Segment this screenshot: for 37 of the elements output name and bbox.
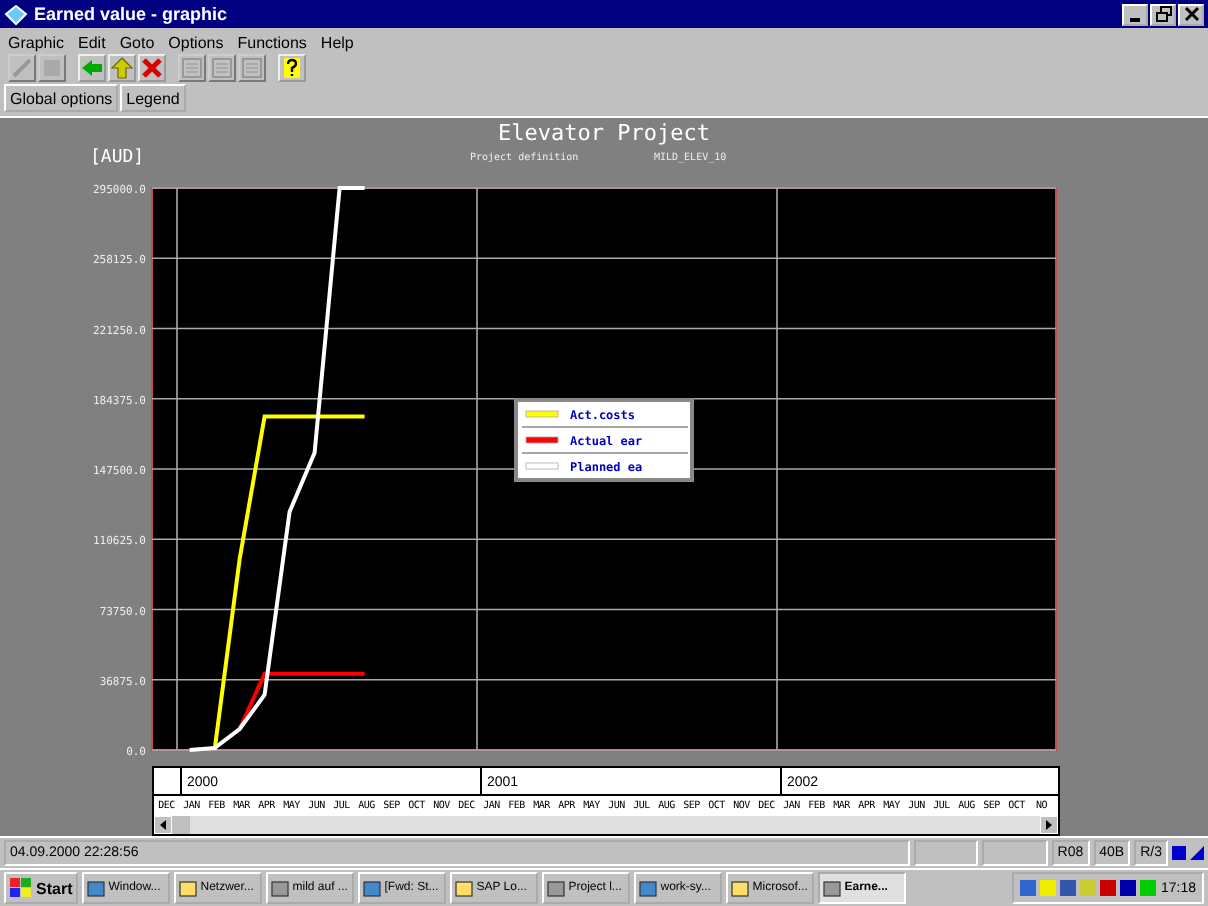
menu-item[interactable]: Graphic	[8, 33, 65, 52]
app-icon	[454, 878, 475, 899]
flag-icon	[10, 878, 32, 899]
cancel-icon[interactable]	[138, 54, 166, 83]
window-icon	[4, 3, 28, 25]
status-icon	[1172, 844, 1205, 863]
restore-icon	[1155, 6, 1171, 22]
app-icon	[822, 878, 843, 899]
unit-label: [AUD]	[90, 148, 145, 169]
push-button[interactable]: Global options	[4, 84, 119, 113]
up-arrow-icon[interactable]	[108, 54, 136, 83]
app-icon	[362, 878, 383, 899]
app-icon	[270, 878, 291, 899]
push-button[interactable]: Legend	[120, 84, 186, 113]
close-icon	[1183, 6, 1199, 22]
menu-item[interactable]: Goto	[119, 33, 155, 52]
menu-item[interactable]: Edit	[78, 33, 106, 52]
close-button[interactable]	[1178, 3, 1204, 25]
app-icon	[730, 878, 751, 899]
app-icon	[178, 878, 199, 899]
menu-item[interactable]: Options	[168, 33, 224, 52]
menu-item[interactable]: Help	[320, 33, 354, 52]
restore-button[interactable]	[1150, 3, 1176, 25]
scroll-thumb[interactable]	[172, 816, 190, 835]
chart-title: Elevator Project	[498, 120, 710, 147]
scroll-left-button[interactable]	[154, 816, 172, 835]
minimize-button[interactable]	[1122, 3, 1148, 25]
window-title: Earned value - graphic	[34, 4, 228, 24]
app-icon	[546, 878, 567, 899]
horizontal-scrollbar[interactable]	[154, 816, 1058, 835]
back-arrow-icon[interactable]	[78, 54, 106, 83]
app-icon	[638, 878, 659, 899]
scroll-right-button[interactable]	[1040, 816, 1058, 835]
menu-item[interactable]: Functions	[237, 33, 307, 52]
help-icon[interactable]	[278, 54, 306, 83]
app-icon	[86, 878, 107, 899]
start-button[interactable]: Start	[4, 872, 79, 905]
